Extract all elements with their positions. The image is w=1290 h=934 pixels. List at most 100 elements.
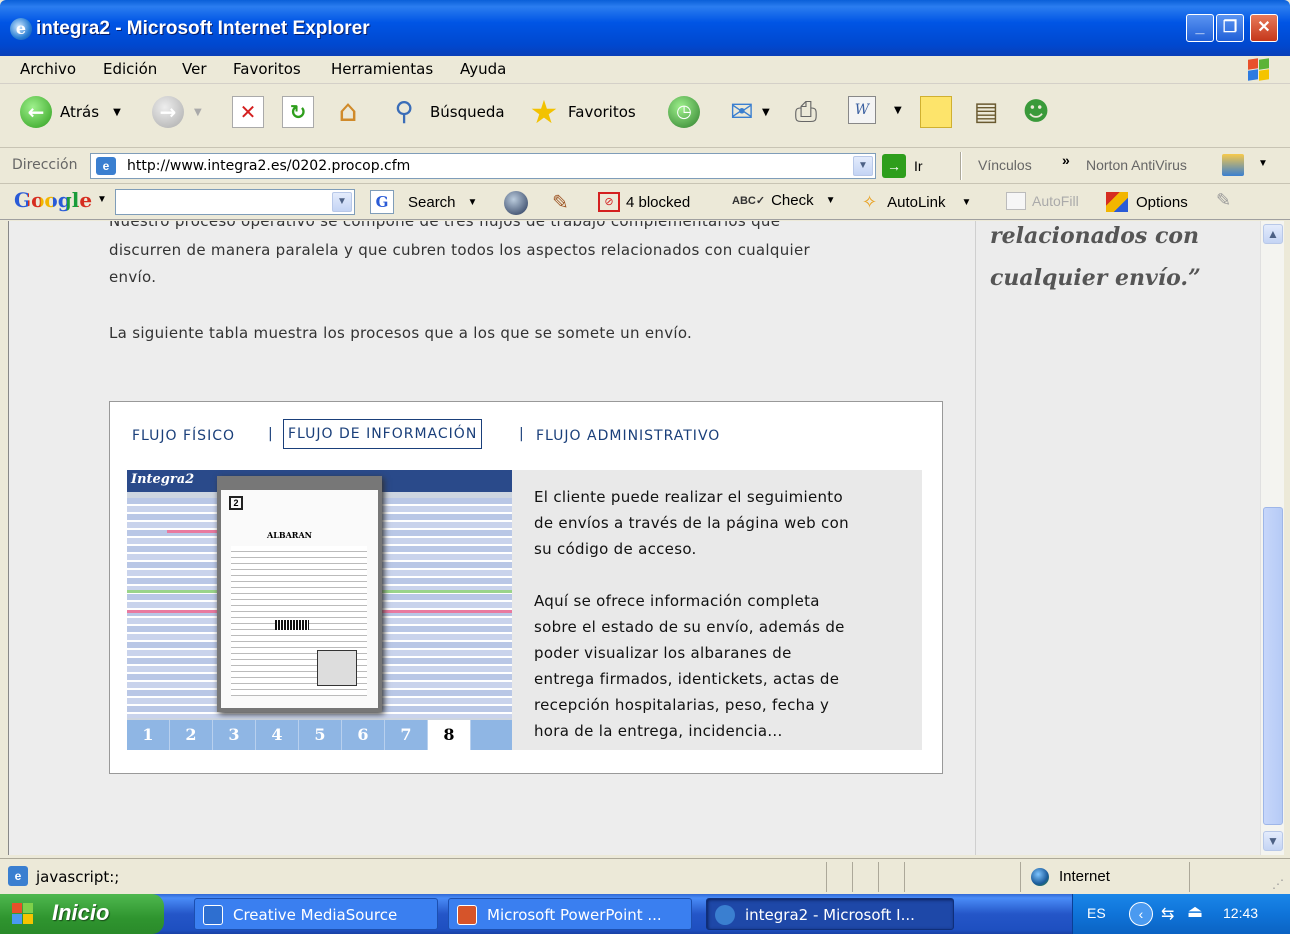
pager-button-4[interactable]: 4 [256,720,299,750]
google-search-button[interactable]: G Search ▼ [370,190,477,214]
print-button[interactable]: ⎙ [790,96,822,128]
windows-logo-icon [1248,58,1270,81]
task-creative-mediasource[interactable]: Creative MediaSource [194,898,438,930]
maximize-button[interactable]: ❐ [1216,14,1244,42]
intro-line: envío. [109,268,157,286]
dropdown-arrow-icon[interactable]: ▼ [826,195,836,206]
tab-flujo-fisico[interactable]: FLUJO FÍSICO [132,428,235,444]
spell-check-button[interactable]: ABC✓ Check ▼ [732,192,836,209]
chevron-down-icon[interactable]: ▼ [332,192,352,212]
dropdown-arrow-icon[interactable]: ▼ [1258,158,1268,169]
menu-ayuda[interactable]: Ayuda [460,60,506,78]
status-bar: e javascript:; Internet ⋰ [0,858,1290,894]
messenger-button[interactable]: ☻ [1020,96,1052,128]
menu-archivo[interactable]: Archivo [20,60,76,78]
note-icon [920,96,952,128]
task-powerpoint[interactable]: Microsoft PowerPoint ... [448,898,692,930]
usb-eject-icon[interactable]: ⏏ [1187,902,1203,922]
history-button[interactable]: ◷ [668,96,700,128]
edit-word-button[interactable]: W ▼ [848,96,902,124]
favorites-button[interactable]: ★ Favoritos [528,96,636,128]
norton-icon[interactable] [1222,154,1244,176]
scroll-up-icon[interactable]: ▲ [1263,224,1283,244]
separator [960,152,962,180]
doc-title: ALBARAN [267,530,312,540]
go-button[interactable]: → Ir [882,154,923,178]
close-button[interactable]: ✕ [1250,14,1278,42]
media-icon [203,905,223,925]
norton-antivirus-label[interactable]: Norton AntiVirus [1086,157,1187,173]
page-icon: e [8,866,28,886]
scroll-down-icon[interactable]: ▼ [1263,831,1283,851]
window-title: integra2 - Microsoft Internet Explorer [36,18,370,39]
page-rank-icon[interactable] [504,191,528,215]
research-button[interactable]: ▤ [970,96,1002,128]
mail-button[interactable]: ✉ ▼ [726,96,770,128]
home-button[interactable]: ⌂ [332,96,364,128]
address-label: Dirección [12,157,78,173]
powerpoint-icon [457,905,477,925]
network-icon[interactable]: ⇆ [1161,904,1174,924]
dropdown-arrow-icon[interactable]: ▼ [894,105,902,116]
pager-button-5[interactable]: 5 [299,720,342,750]
discuss-button[interactable] [920,96,952,128]
scroll-thumb[interactable] [1263,507,1283,825]
table-intro: La siguiente tabla muestra los procesos … [109,324,693,342]
language-indicator[interactable]: ES [1087,905,1106,921]
news-icon[interactable]: ✎ [552,190,569,215]
document-window: 2 ALBARAN [217,476,382,712]
tab-divider: | [519,426,525,442]
menu-ver[interactable]: Ver [182,60,207,78]
highlighter-icon[interactable]: ✎ [1216,190,1231,211]
google-g-icon: G [370,190,394,214]
chevron-down-icon[interactable]: ▼ [853,156,873,176]
address-input[interactable]: e http://www.integra2.es/0202.procop.cfm… [90,153,876,179]
pager-button-1[interactable]: 1 [127,720,170,750]
pager-button-7[interactable]: 7 [385,720,428,750]
dropdown-arrow-icon[interactable]: ▼ [468,197,478,208]
pager-button-6[interactable]: 6 [342,720,385,750]
process-panel: FLUJO FÍSICO | FLUJO DE INFORMACIÓN | FL… [109,401,943,774]
forward-button[interactable]: → ▼ [152,96,202,128]
pager-button-8[interactable]: 8 [428,720,471,750]
resize-grip-icon[interactable]: ⋰ [1272,877,1284,891]
google-logo[interactable]: Google [14,188,92,212]
start-button[interactable]: Inicio [0,894,164,934]
dropdown-arrow-icon[interactable]: ▼ [113,107,121,118]
options-button[interactable]: Options [1106,192,1188,212]
tab-flujo-administrativo[interactable]: FLUJO ADMINISTRATIVO [536,428,720,444]
spellcheck-icon: ABC✓ [732,195,766,207]
back-button[interactable]: ← Atrás ▼ [20,96,121,128]
menu-edicion[interactable]: Edición [103,60,157,78]
autolink-button[interactable]: ✧ AutoLink ▼ [862,192,971,213]
menu-favoritos[interactable]: Favoritos [233,60,301,78]
minimize-button[interactable]: _ [1186,14,1214,42]
dropdown-arrow-icon[interactable]: ▼ [961,197,971,208]
google-toolbar: Google ▼ ▼ G Search ▼ ✎ ⊘ 4 blocked ABC✓… [0,184,1290,220]
dropdown-arrow-icon[interactable]: ▼ [97,194,107,205]
pager-button-3[interactable]: 3 [213,720,256,750]
task-internet-explorer[interactable]: integra2 - Microsoft I... [706,898,954,930]
doc-logo: 2 [229,496,243,510]
refresh-button[interactable]: ↻ [282,96,314,128]
history-icon: ◷ [668,96,700,128]
google-search-input[interactable]: ▼ [115,189,355,215]
forward-arrow-icon: → [152,96,184,128]
tab-flujo-de-informacion[interactable]: FLUJO DE INFORMACIÓN [283,419,483,449]
description-text: El cliente puede realizar el seguimiento… [534,488,849,740]
autofill-button: AutoFill [1006,192,1079,210]
search-button[interactable]: ⚲ Búsqueda [388,96,504,128]
links-label[interactable]: Vínculos [978,157,1032,173]
vertical-scrollbar[interactable]: ▲ ▼ [1260,221,1284,855]
popup-blocker-button[interactable]: ⊘ 4 blocked [598,192,690,212]
page-icon: e [96,157,116,175]
stop-button[interactable]: ✕ [232,96,264,128]
taskbar: Inicio Creative MediaSource Microsoft Po… [0,894,1290,934]
menu-herramientas[interactable]: Herramientas [331,60,433,78]
dropdown-arrow-icon[interactable]: ▼ [762,107,770,118]
pager-button-2[interactable]: 2 [170,720,213,750]
chevron-left-icon[interactable]: ‹ [1129,902,1153,926]
chevron-right-icon[interactable]: » [1062,152,1070,168]
barcode [275,620,309,630]
word-icon: W [848,96,876,124]
